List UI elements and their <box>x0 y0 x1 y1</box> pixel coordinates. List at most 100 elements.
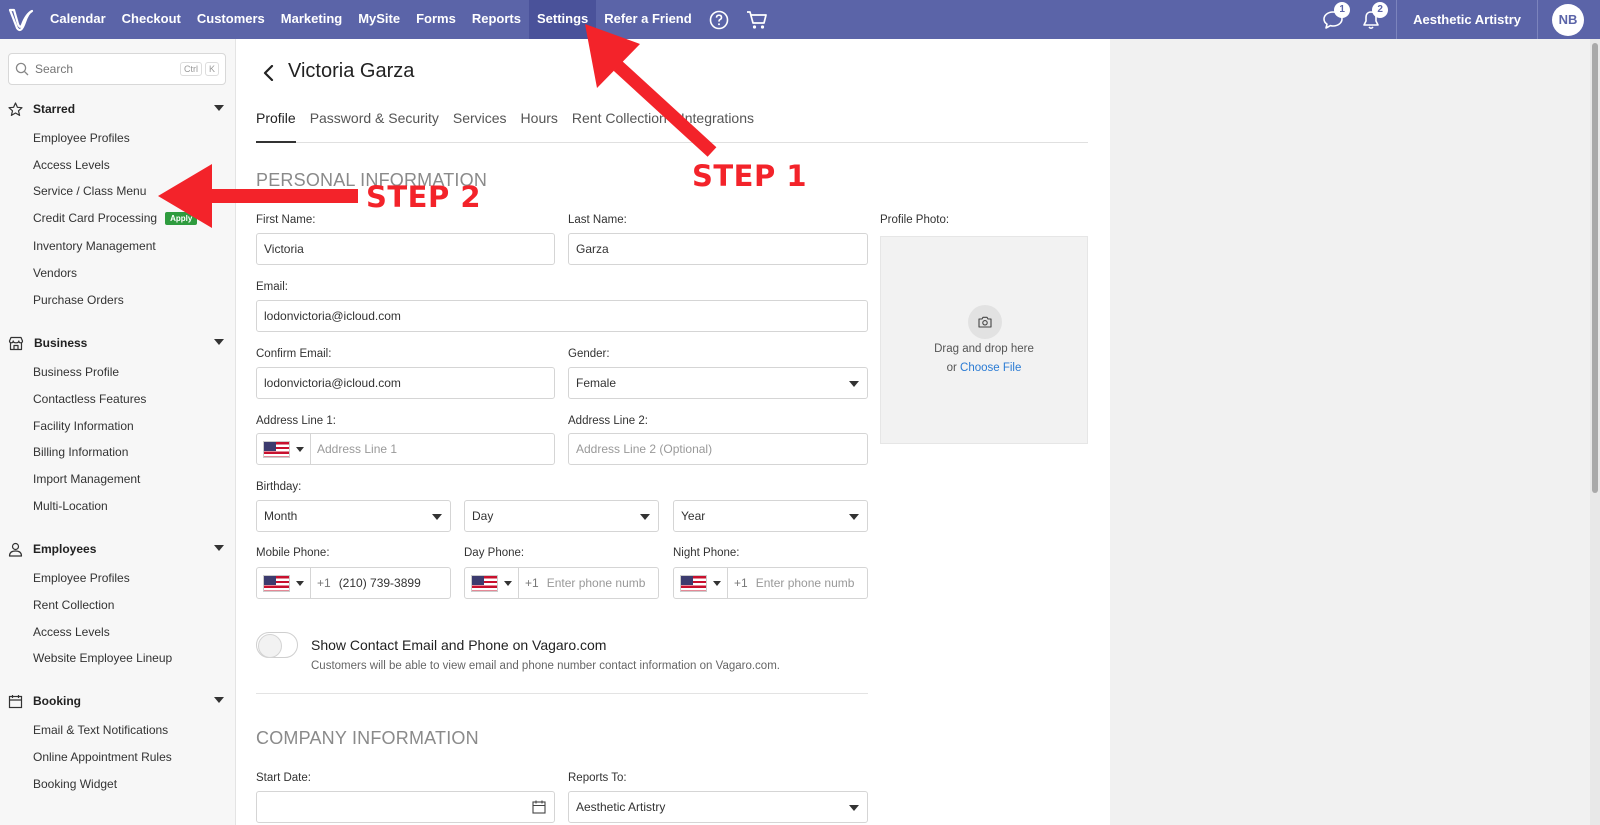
sidebar-item-rent-collection[interactable]: Rent Collection <box>33 598 114 612</box>
business-name-menu[interactable]: Aesthetic Artistry <box>1403 12 1531 27</box>
birthday-label: Birthday: <box>256 481 302 493</box>
right-empty-area <box>1110 39 1600 825</box>
tab-password-security[interactable]: Password & Security <box>310 109 439 143</box>
profile-tabs: Profile Password & Security Services Hou… <box>256 109 1088 143</box>
birthday-day-select[interactable]: Day <box>464 500 659 532</box>
sidebar-item-credit-card-processing[interactable]: Credit Card Processing Apply <box>33 211 198 225</box>
chevron-down-icon[interactable] <box>214 697 224 703</box>
nav-reports[interactable]: Reports <box>464 0 529 39</box>
user-avatar[interactable]: NB <box>1552 3 1584 36</box>
section-title: Business <box>34 336 88 350</box>
sidebar-item-service-class-menu[interactable]: Service / Class Menu <box>33 184 146 198</box>
nav-forms[interactable]: Forms <box>408 0 464 39</box>
tab-hours[interactable]: Hours <box>521 109 558 143</box>
search-input[interactable] <box>35 62 177 76</box>
show-contact-toggle[interactable] <box>256 632 298 658</box>
email-field[interactable]: lodonvictoria@icloud.com <box>256 300 868 332</box>
back-arrow-icon[interactable] <box>262 64 276 82</box>
sidebar-item-employee-profiles[interactable]: Employee Profiles <box>33 131 130 145</box>
sidebar-item-inventory-management[interactable]: Inventory Management <box>33 239 156 253</box>
country-picker[interactable] <box>257 568 311 598</box>
address-line-2-field[interactable]: Address Line 2 (Optional) <box>568 433 868 465</box>
mobile-phone-field[interactable]: +1 (210) 739-3899 <box>256 567 451 599</box>
night-phone-field[interactable]: +1 Enter phone numb <box>673 567 868 599</box>
chevron-down-icon[interactable] <box>214 545 224 551</box>
nav-divider <box>1537 0 1538 39</box>
night-phone-placeholder: Enter phone numb <box>755 576 855 590</box>
address-line-1-label: Address Line 1: <box>256 415 336 427</box>
country-picker[interactable] <box>465 568 519 598</box>
nav-calendar[interactable]: Calendar <box>42 0 114 39</box>
birthday-year-select[interactable]: Year <box>673 500 868 532</box>
tab-integrations[interactable]: Integrations <box>681 109 754 143</box>
vagaro-logo-icon[interactable] <box>0 0 42 39</box>
chevron-down-icon[interactable] <box>214 105 224 111</box>
apply-badge[interactable]: Apply <box>165 211 198 225</box>
country-picker[interactable] <box>674 568 728 598</box>
sidebar-section-starred[interactable]: Starred <box>8 99 228 119</box>
sidebar-item-billing-information[interactable]: Billing Information <box>33 445 128 459</box>
sidebar-section-booking[interactable]: Booking <box>8 691 228 711</box>
tab-services[interactable]: Services <box>453 109 507 143</box>
chevron-down-icon <box>713 580 721 586</box>
sidebar-item-import-management[interactable]: Import Management <box>33 472 140 486</box>
sidebar-item-email-text-notifications[interactable]: Email & Text Notifications <box>33 723 168 737</box>
page-scrollbar[interactable] <box>1590 39 1600 825</box>
reports-to-label: Reports To: <box>568 772 627 784</box>
main-menu: Calendar Checkout Customers Marketing My… <box>42 0 776 39</box>
last-name-field[interactable]: Garza <box>568 233 868 265</box>
chevron-down-icon[interactable] <box>214 339 224 345</box>
day-phone-field[interactable]: +1 Enter phone numb <box>464 567 659 599</box>
scrollbar-thumb[interactable] <box>1592 43 1598 493</box>
sidebar-item-multi-location[interactable]: Multi-Location <box>33 499 108 513</box>
start-date-field[interactable] <box>256 791 555 823</box>
sidebar-item-business-profile[interactable]: Business Profile <box>33 365 119 379</box>
country-code: +1 <box>525 576 539 590</box>
settings-sidebar: Ctrl K Starred Employee Profiles Access … <box>0 39 236 825</box>
address-line-1-field[interactable]: Address Line 1 <box>256 433 555 465</box>
sidebar-item-online-appointment-rules[interactable]: Online Appointment Rules <box>33 750 172 764</box>
nav-checkout[interactable]: Checkout <box>114 0 189 39</box>
nav-divider <box>1396 0 1398 39</box>
sidebar-item-vendors[interactable]: Vendors <box>33 266 77 280</box>
nav-mysite[interactable]: MySite <box>350 0 408 39</box>
sidebar-item-access-levels[interactable]: Access Levels <box>33 625 110 639</box>
nav-marketing[interactable]: Marketing <box>273 0 350 39</box>
sidebar-item-contactless-features[interactable]: Contactless Features <box>33 392 146 406</box>
cart-icon[interactable] <box>738 0 776 39</box>
confirm-email-field[interactable]: lodonvictoria@icloud.com <box>256 367 555 399</box>
sidebar-search-box[interactable]: Ctrl K <box>8 53 226 85</box>
sidebar-item-employee-profiles[interactable]: Employee Profiles <box>33 571 130 585</box>
sidebar-item-facility-information[interactable]: Facility Information <box>33 419 134 433</box>
first-name-field[interactable]: Victoria <box>256 233 555 265</box>
tab-rent-collection[interactable]: Rent Collection <box>572 109 667 143</box>
nav-settings[interactable]: Settings <box>528 0 597 39</box>
first-name-label: First Name: <box>256 214 316 226</box>
search-icon <box>15 62 29 76</box>
mobile-phone-label: Mobile Phone: <box>256 547 330 559</box>
country-picker[interactable] <box>257 434 311 464</box>
messages-button[interactable]: 1 <box>1314 0 1352 39</box>
tab-profile[interactable]: Profile <box>256 109 296 143</box>
gender-select[interactable]: Female <box>568 367 868 399</box>
notifications-button[interactable]: 2 <box>1352 0 1390 39</box>
choose-file-link[interactable]: Choose File <box>960 362 1021 374</box>
sidebar-item-website-employee-lineup[interactable]: Website Employee Lineup <box>33 651 172 665</box>
sidebar-item-access-levels[interactable]: Access Levels <box>33 158 110 172</box>
birthday-month-select[interactable]: Month <box>256 500 451 532</box>
or-text: or <box>946 362 961 374</box>
section-title: Booking <box>33 694 81 708</box>
sidebar-section-business[interactable]: Business <box>8 333 228 353</box>
calendar-icon[interactable] <box>532 800 546 814</box>
profile-photo-dropzone[interactable]: Drag and drop here or Choose File <box>880 236 1088 444</box>
sidebar-section-employees[interactable]: Employees <box>8 539 228 559</box>
sidebar-item-booking-widget[interactable]: Booking Widget <box>33 777 117 791</box>
us-flag-icon <box>680 574 707 592</box>
sidebar-item-purchase-orders[interactable]: Purchase Orders <box>33 293 124 307</box>
help-icon[interactable] <box>700 0 738 39</box>
profile-photo-label: Profile Photo: <box>880 214 950 226</box>
us-flag-icon <box>263 574 290 592</box>
reports-to-select[interactable]: Aesthetic Artistry <box>568 791 868 823</box>
nav-refer-a-friend[interactable]: Refer a Friend <box>596 0 699 39</box>
nav-customers[interactable]: Customers <box>189 0 273 39</box>
